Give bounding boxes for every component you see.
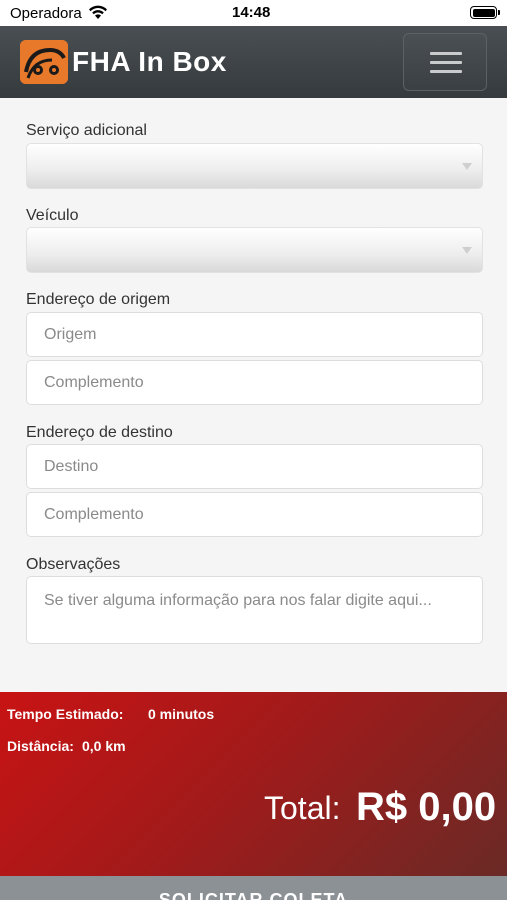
hamburger-menu-icon: [430, 52, 462, 55]
hamburger-menu-icon: [430, 70, 462, 73]
distance-value: 0,0 km: [82, 738, 126, 754]
chevron-down-icon: [462, 247, 472, 254]
total-label: Total:: [264, 790, 341, 826]
destination-placeholder: Destino: [44, 458, 99, 475]
service-label: Serviço adicional: [26, 122, 147, 139]
brand-title: FHA In Box: [72, 46, 227, 77]
price-summary: Tempo Estimado: 0 minutos Distância: 0,0…: [0, 692, 507, 876]
menu-toggle-button[interactable]: [403, 33, 487, 91]
origin-label: Endereço de origem: [26, 291, 171, 308]
wifi-icon: [89, 5, 107, 19]
request-pickup-button[interactable]: SOLICITAR COLETA: [0, 876, 507, 900]
destination-complement-input[interactable]: Complemento: [26, 492, 483, 537]
app-header: FHA In Box: [0, 26, 507, 98]
service-select[interactable]: [26, 143, 483, 189]
estimated-time-label: Tempo Estimado:: [7, 706, 124, 722]
brand-logo-icon: [20, 40, 68, 84]
chevron-down-icon: [462, 163, 472, 170]
notes-label: Observações: [26, 556, 121, 573]
origin-placeholder: Origem: [44, 326, 97, 343]
battery-icon: [470, 6, 500, 19]
distance-label: Distância:: [7, 738, 74, 754]
notes-placeholder: Se tiver alguma informação para nos fala…: [44, 592, 432, 609]
hamburger-menu-icon: [430, 61, 462, 64]
destination-complement-placeholder: Complemento: [44, 506, 144, 523]
destination-input[interactable]: Destino: [26, 444, 483, 489]
origin-input[interactable]: Origem: [26, 312, 483, 357]
carrier-name: Operadora: [10, 5, 82, 22]
notes-textarea[interactable]: Se tiver alguma informação para nos fala…: [26, 576, 483, 644]
vehicle-select[interactable]: [26, 227, 483, 273]
clock: 14:48: [232, 4, 271, 21]
estimated-time-value: 0 minutos: [148, 706, 215, 722]
origin-complement-placeholder: Complemento: [44, 374, 144, 391]
status-bar: Operadora 14:48: [0, 0, 507, 26]
origin-complement-input[interactable]: Complemento: [26, 360, 483, 405]
destination-label: Endereço de destino: [26, 424, 173, 441]
request-pickup-label: SOLICITAR COLETA: [158, 890, 349, 900]
request-form: Serviço adicional Veículo Endereço de or…: [0, 98, 507, 692]
vehicle-label: Veículo: [26, 207, 79, 224]
total-value: R$ 0,00: [356, 785, 497, 829]
